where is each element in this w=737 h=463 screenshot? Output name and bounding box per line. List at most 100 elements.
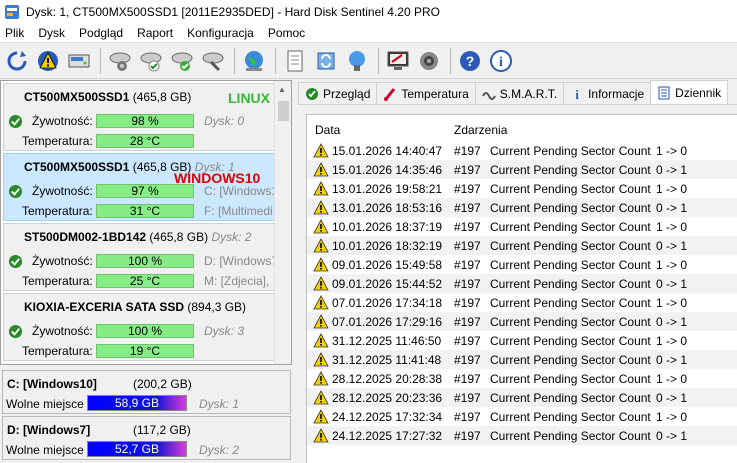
log-value-change: 1 -> 0 bbox=[656, 296, 688, 310]
log-attribute-code: #197 bbox=[454, 334, 481, 348]
disk-size: (465,8 GB) bbox=[132, 90, 192, 104]
globe-icon[interactable] bbox=[241, 48, 267, 74]
log-description: Current Pending Sector Count bbox=[490, 372, 651, 386]
disk-icon[interactable] bbox=[66, 48, 92, 74]
log-description: Current Pending Sector Count bbox=[490, 334, 651, 348]
log-description: Current Pending Sector Count bbox=[490, 239, 651, 253]
log-attribute-code: #197 bbox=[454, 410, 481, 424]
partition-ref: M: [Zdjecia], bbox=[204, 274, 270, 288]
sync-icon[interactable] bbox=[313, 48, 339, 74]
log-row[interactable]: 09.01.2026 15:44:52 #197 Current Pending S… bbox=[307, 274, 737, 293]
partition-ref: D: [Windows7 bbox=[204, 254, 274, 268]
log-date: 31.12.2025 11:41:48 bbox=[332, 353, 442, 367]
column-header-event[interactable]: Zdarzenia bbox=[454, 123, 507, 137]
warning-alert-icon[interactable] bbox=[35, 48, 61, 74]
log-row[interactable]: 24.12.2025 17:32:34 #197 Current Pending S… bbox=[307, 407, 737, 426]
log-row[interactable]: 07.01.2026 17:34:18 #197 Current Pending S… bbox=[307, 293, 737, 312]
disk-tool-1-icon[interactable] bbox=[107, 48, 133, 74]
warning-icon bbox=[313, 409, 329, 424]
log-row[interactable]: 13.01.2026 18:53:16 #197 Current Pending S… bbox=[307, 198, 737, 217]
warning-icon bbox=[313, 200, 329, 215]
tab-smart[interactable]: S.M.A.R.T. bbox=[474, 82, 565, 104]
log-row[interactable]: 31.12.2025 11:46:50 #197 Current Pending S… bbox=[307, 331, 737, 350]
tab-dziennik[interactable]: Dziennik bbox=[650, 80, 729, 104]
scroll-thumb[interactable] bbox=[278, 101, 289, 121]
disk-tool-4-icon[interactable] bbox=[200, 48, 226, 74]
left-panel: CT500MX500SSD1 (465,8 GB) LINUX Żywotnoś… bbox=[0, 80, 294, 463]
disk-card-2[interactable]: ST500DM002-1BD142 (465,8 GB) Dysk: 2 Żyw… bbox=[3, 223, 275, 291]
partition-size: (117,2 GB) bbox=[133, 423, 191, 437]
log-attribute-code: #197 bbox=[454, 315, 481, 329]
thermometer-icon bbox=[384, 87, 396, 101]
menu-podglad[interactable]: Podgląd bbox=[72, 23, 130, 43]
disk-tool-2-icon[interactable] bbox=[138, 48, 164, 74]
log-row[interactable]: 28.12.2025 20:28:38 #197 Current Pending S… bbox=[307, 369, 737, 388]
disk-size: (465,8 GB) bbox=[149, 230, 209, 244]
disk-card-0[interactable]: CT500MX500SSD1 (465,8 GB) LINUX Żywotnoś… bbox=[3, 83, 275, 151]
tab-label: Dziennik bbox=[675, 85, 722, 100]
log-attribute-code: #197 bbox=[454, 296, 481, 310]
log-value-change: 0 -> 1 bbox=[656, 163, 688, 177]
check-icon bbox=[306, 87, 318, 100]
scroll-up-icon[interactable]: ▲ bbox=[278, 85, 286, 94]
log-date: 15.01.2026 14:40:47 bbox=[332, 144, 443, 158]
partition-card-c[interactable]: C: [Windows10] (200,2 GB) Wolne miejsce … bbox=[2, 370, 291, 414]
partition-disk-number: Dysk: 2 bbox=[199, 443, 240, 457]
log-row[interactable]: 09.01.2026 15:49:58 #197 Current Pending S… bbox=[307, 255, 737, 274]
log-date: 15.01.2026 14:35:46 bbox=[332, 163, 443, 177]
disk-tool-3-icon[interactable] bbox=[169, 48, 195, 74]
refresh-icon[interactable] bbox=[4, 48, 30, 74]
info-icon[interactable]: i bbox=[488, 48, 514, 74]
disk-card-3[interactable]: KIOXIA-EXCERIA SATA SSD (894,3 GB) Żywot… bbox=[3, 293, 275, 361]
warning-icon bbox=[313, 314, 329, 329]
log-value-change: 1 -> 0 bbox=[656, 144, 688, 158]
partition-disk-number: Dysk: 1 bbox=[199, 397, 240, 411]
free-space-bar: 58,9 GB bbox=[87, 395, 187, 411]
log-date: 10.01.2026 18:32:19 bbox=[332, 239, 443, 253]
log-row[interactable]: 15.01.2026 14:35:46 #197 Current Pending S… bbox=[307, 160, 737, 179]
toolbar-separator bbox=[275, 47, 276, 74]
warning-icon bbox=[313, 428, 329, 443]
log-row[interactable]: 28.12.2025 20:23:36 #197 Current Pending S… bbox=[307, 388, 737, 407]
temperature-bar: 25 °C bbox=[96, 274, 194, 288]
tab-label: Przegląd bbox=[323, 86, 371, 101]
warning-icon bbox=[313, 238, 329, 253]
help-icon[interactable]: ? bbox=[457, 48, 483, 74]
tab-temperatura[interactable]: Temperatura bbox=[376, 82, 476, 104]
menu-plik[interactable]: Plik bbox=[0, 23, 31, 43]
monitor-icon[interactable] bbox=[385, 48, 411, 74]
log-description: Current Pending Sector Count bbox=[490, 201, 651, 215]
network-icon[interactable] bbox=[344, 48, 370, 74]
tab-przeglad[interactable]: Przegląd bbox=[298, 82, 378, 104]
log-row[interactable]: 31.12.2025 11:41:48 #197 Current Pending S… bbox=[307, 350, 737, 369]
log-row[interactable]: 07.01.2026 17:29:16 #197 Current Pending S… bbox=[307, 312, 737, 331]
log-date: 24.12.2025 17:32:34 bbox=[332, 410, 443, 424]
disk-list-scrollbar[interactable]: ▲ bbox=[274, 81, 291, 364]
log-description: Current Pending Sector Count bbox=[490, 391, 651, 405]
tab-informacje[interactable]: i Informacje bbox=[563, 82, 652, 104]
partition-card-d[interactable]: D: [Windows7] (117,2 GB) Wolne miejsce 5… bbox=[2, 416, 291, 460]
disk-card-1[interactable]: CT500MX500SSD1 (465,8 GB) Dysk: 1 WINDOW… bbox=[3, 153, 275, 221]
menu-konfiguracja[interactable]: Konfiguracja bbox=[180, 23, 261, 43]
free-space-bar: 52,7 GB bbox=[87, 441, 187, 457]
menu-pomoc[interactable]: Pomoc bbox=[261, 23, 312, 43]
log-row[interactable]: 15.01.2026 14:40:47 #197 Current Pending S… bbox=[307, 141, 737, 160]
log-value-change: 1 -> 0 bbox=[656, 410, 688, 424]
log-row[interactable]: 10.01.2026 18:37:19 #197 Current Pending S… bbox=[307, 217, 737, 236]
temperature-label: Temperatura: bbox=[22, 274, 93, 288]
disk-list: CT500MX500SSD1 (465,8 GB) LINUX Żywotnoś… bbox=[0, 80, 292, 365]
sound-icon[interactable] bbox=[416, 48, 442, 74]
partition-name: C: [Windows10] bbox=[7, 377, 97, 391]
health-bar: 100 % bbox=[96, 254, 194, 268]
log-row[interactable]: 10.01.2026 18:32:19 #197 Current Pending S… bbox=[307, 236, 737, 255]
menu-raport[interactable]: Raport bbox=[130, 23, 180, 43]
log-date: 24.12.2025 17:27:32 bbox=[332, 429, 443, 443]
ok-check-icon bbox=[8, 184, 23, 199]
menu-dysk[interactable]: Dysk bbox=[31, 23, 72, 43]
column-header-date[interactable]: Data bbox=[315, 123, 340, 137]
partition-ref: C: [Windows1 bbox=[204, 184, 274, 198]
log-row[interactable]: 24.12.2025 17:27:32 #197 Current Pending S… bbox=[307, 426, 737, 445]
report-icon[interactable] bbox=[282, 48, 308, 74]
temperature-label: Temperatura: bbox=[22, 204, 93, 218]
log-row[interactable]: 13.01.2026 19:58:21 #197 Current Pending S… bbox=[307, 179, 737, 198]
